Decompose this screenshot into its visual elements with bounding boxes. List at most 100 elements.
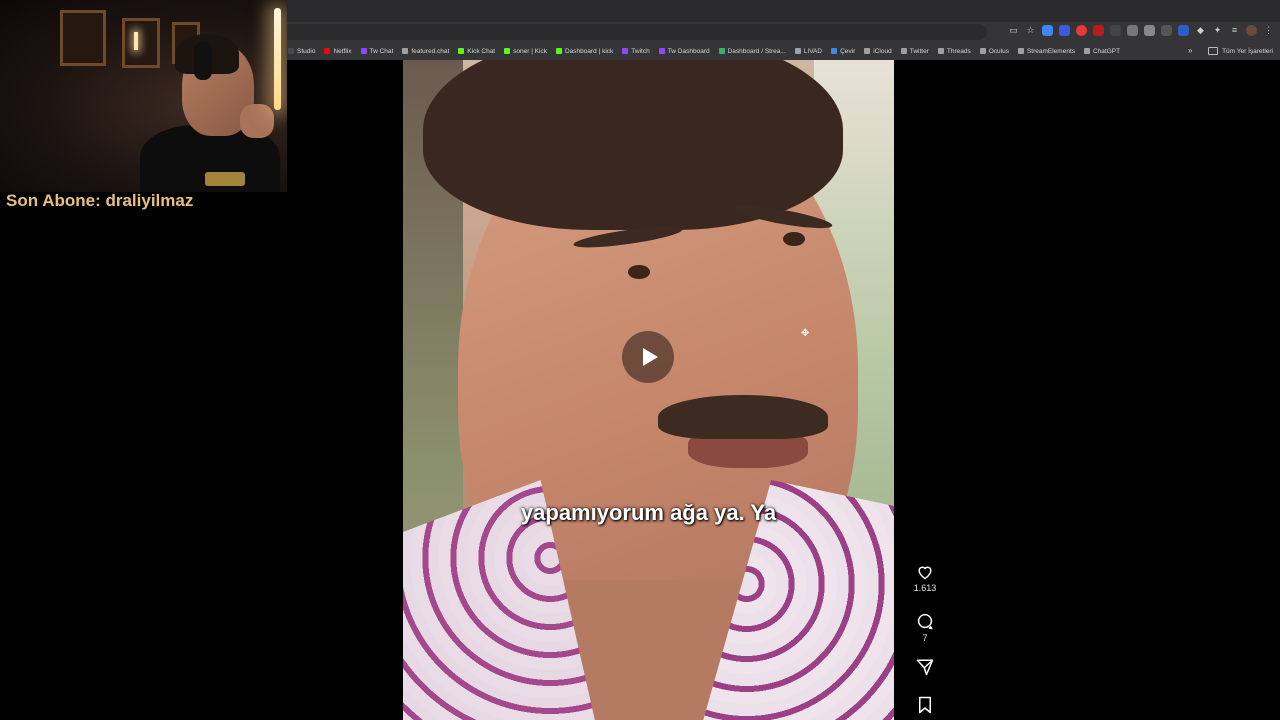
bookmark-label: soner | Kick [513, 47, 547, 55]
bookmark-label: Threads [946, 47, 971, 55]
bookmark-label: Tw Chat [369, 47, 394, 55]
folder-icon [1208, 47, 1219, 55]
extension-icon[interactable] [1093, 25, 1104, 36]
extension-icon[interactable] [1178, 25, 1189, 36]
bookmark-favicon-icon [288, 48, 294, 54]
browser-toolbar: ▭ ☆ ◆ ✦ ≡ ⋮ [287, 22, 1280, 42]
bookmark-favicon-icon [1017, 48, 1024, 54]
bookmark-item[interactable]: iCloud [864, 48, 892, 55]
bookmarks-bar: Studio Netflix Tw Chat featured.chat Kic… [287, 42, 1280, 60]
extension-icon[interactable] [1127, 25, 1138, 36]
bookmark-favicon-icon [360, 48, 367, 54]
bookmark-item[interactable]: Dashboard / Strea... [718, 47, 786, 55]
bookmark-favicon-icon [402, 48, 409, 54]
video-mustache [658, 395, 828, 439]
last-subscriber-label: Son Abone: draliyilmaz [6, 191, 194, 210]
bookmark-label: Oculus [988, 47, 1009, 55]
bookmark-label: Kick Chat [467, 47, 496, 55]
comment-icon [917, 613, 933, 630]
toolbar-icons: ▭ ☆ ◆ ✦ ≡ ⋮ [1008, 25, 1274, 36]
bookmark-label: ChatGPT [1093, 47, 1121, 55]
bookmark-label: Twitter [909, 47, 929, 55]
menu-icon[interactable]: ⋮ [1263, 25, 1274, 36]
video-hair [423, 60, 843, 230]
extension-icon[interactable] [1110, 25, 1121, 36]
wall-frame [122, 18, 160, 68]
bookmark-favicon-icon [718, 48, 725, 54]
bookmarks-overflow-button[interactable]: » [1188, 42, 1192, 60]
bookmark-favicon-icon [658, 48, 665, 54]
like-button[interactable]: 1.613 [905, 564, 945, 593]
bookmark-favicon-icon [324, 48, 331, 54]
webcam-feed [0, 0, 287, 192]
bookmark-item[interactable]: soner | Kick [504, 48, 547, 55]
extension-icon[interactable] [1076, 25, 1087, 36]
bookmark-favicon-icon [831, 48, 838, 54]
bookmark-item[interactable]: Threads [937, 47, 971, 55]
headset-icon [194, 42, 212, 80]
share-button[interactable] [905, 658, 945, 676]
bookmark-item[interactable]: LIVAD [794, 47, 823, 55]
bookmark-favicon-icon [979, 48, 986, 54]
bookmark-item[interactable]: Dashboard | kick [555, 47, 614, 55]
video-caption: yapamıyorum ağa ya. Ya [520, 500, 777, 525]
bookmark-label: featured.chat [411, 47, 450, 55]
lamp-light [274, 8, 281, 110]
bookmark-icon [919, 696, 931, 714]
extension-icon[interactable] [1059, 25, 1070, 36]
reel-video[interactable]: yapamıyorum ağa ya. Ya [403, 60, 894, 720]
extension-icon[interactable] [1144, 25, 1155, 36]
bookmark-item[interactable]: featured.chat [402, 48, 449, 55]
bookmark-item[interactable]: Netflix [324, 47, 352, 55]
address-bar[interactable] [287, 24, 987, 40]
star-icon[interactable]: ☆ [1025, 25, 1036, 36]
bookmark-label: Studio [297, 47, 316, 55]
bookmark-item[interactable]: Twitter [900, 47, 929, 55]
video-eye [628, 265, 650, 279]
comment-button[interactable]: 7 [905, 612, 945, 643]
all-bookmarks-button[interactable]: Tüm Yer İşaretleri [1208, 42, 1273, 60]
bookmark-favicon-icon [864, 48, 871, 54]
bookmark-item[interactable]: Tw Chat [360, 47, 394, 55]
bookmark-label: LIVAD [803, 47, 823, 55]
shirt-print [205, 172, 245, 186]
bookmark-favicon-icon [555, 48, 562, 54]
bookmark-favicon-icon [1084, 48, 1090, 54]
lamp-light [134, 32, 138, 50]
sidebar-icon[interactable]: ≡ [1229, 25, 1240, 36]
profile-avatar[interactable] [1246, 25, 1257, 36]
bookmark-item[interactable]: Tw Dashboard [658, 47, 710, 55]
browser-tabstrip [287, 0, 1280, 22]
video-eye [783, 232, 805, 246]
bookmark-item[interactable]: Çevir [831, 48, 855, 55]
shield-icon[interactable]: ◆ [1195, 25, 1206, 36]
bookmark-favicon-icon [900, 48, 907, 54]
streamer-hand [240, 104, 274, 138]
heart-icon [918, 566, 932, 580]
bookmark-label: Tw Dashboard [667, 47, 710, 55]
play-button[interactable] [622, 331, 674, 383]
puzzle-icon[interactable]: ✦ [1212, 25, 1223, 36]
bookmark-favicon-icon [504, 48, 511, 54]
bookmark-label: Çevir [840, 47, 856, 55]
send-icon [916, 659, 934, 676]
bookmark-item[interactable]: Studio [288, 48, 315, 55]
bookmark-item[interactable]: StreamElements [1017, 48, 1075, 55]
bookmark-label: Dashboard | kick [564, 47, 614, 55]
bookmark-label: Twitch [631, 47, 650, 55]
extension-icon[interactable] [1042, 25, 1053, 36]
extension-icon[interactable] [1161, 25, 1172, 36]
bookmark-label: Netflix [333, 47, 352, 55]
like-count: 1.613 [913, 583, 937, 593]
save-button[interactable] [905, 696, 945, 714]
bookmark-item[interactable]: Oculus [979, 47, 1009, 55]
comment-count: 7 [922, 633, 928, 643]
bookmark-item[interactable]: Twitch [622, 47, 650, 55]
bookmark-favicon-icon [937, 48, 944, 54]
bookmark-item[interactable]: Kick Chat [458, 48, 495, 55]
bookmark-label: Dashboard / Strea... [727, 47, 786, 55]
bookmark-item[interactable]: ChatGPT [1084, 48, 1120, 55]
wall-frame [60, 10, 106, 66]
cast-icon[interactable]: ▭ [1008, 25, 1019, 36]
bookmark-favicon-icon [622, 48, 629, 54]
